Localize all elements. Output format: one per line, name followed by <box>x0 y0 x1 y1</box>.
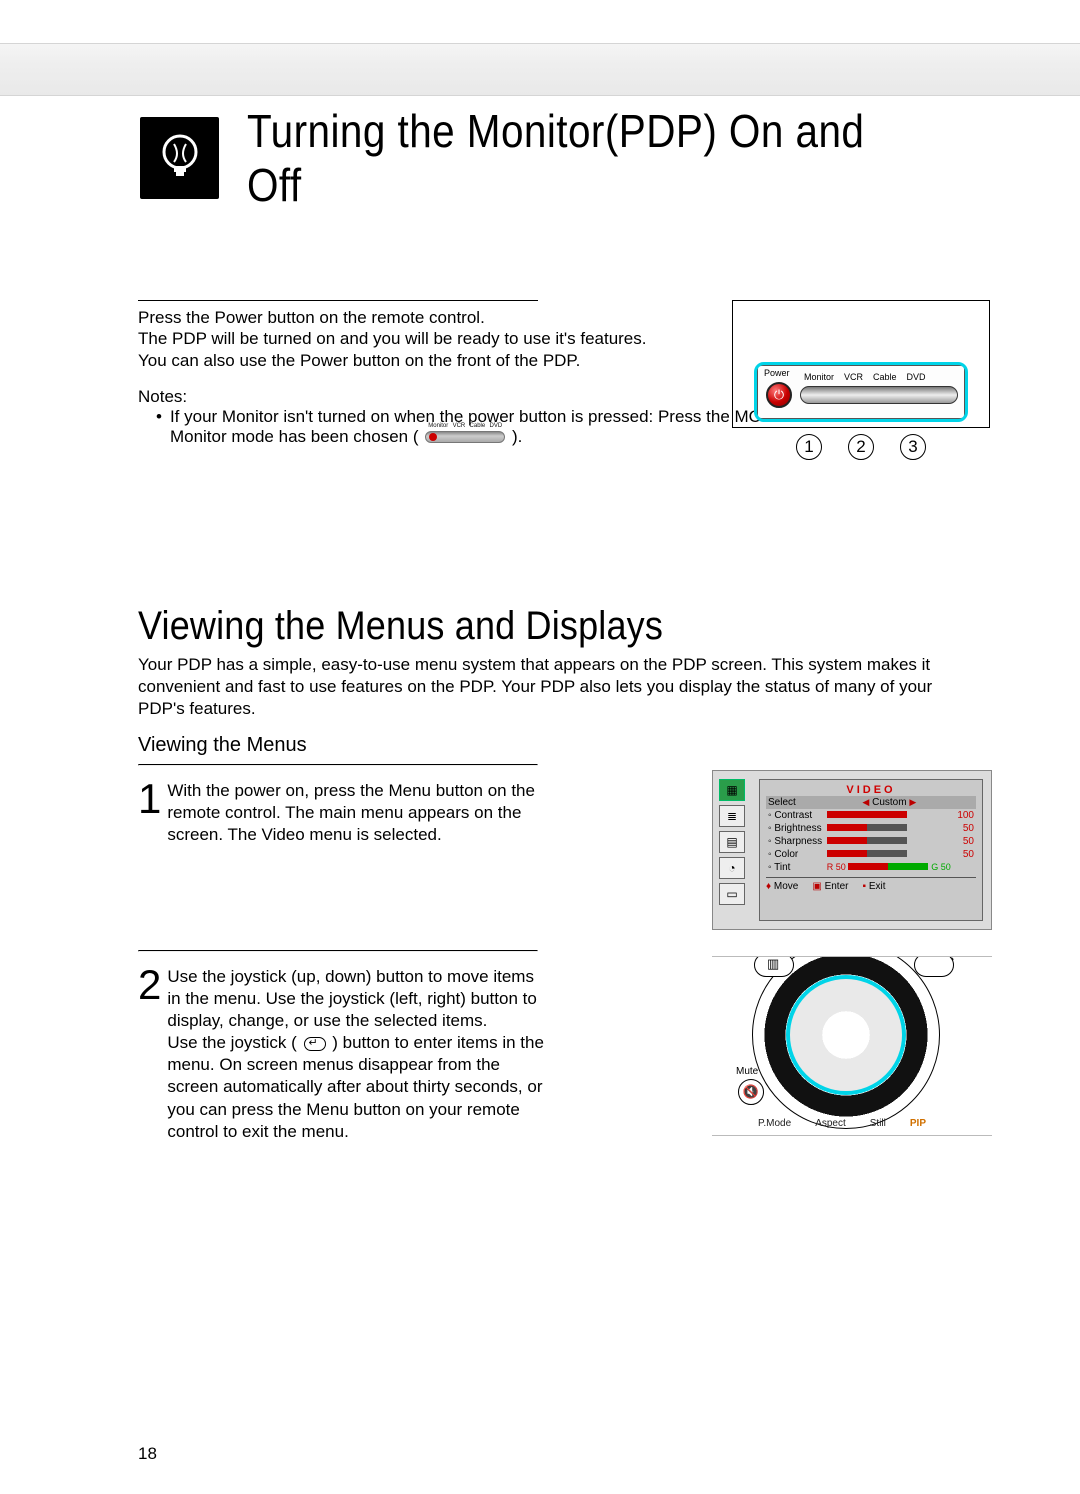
mode-indicator-icon: Monitor VCR Cable DVD <box>425 431 505 443</box>
control-cluster: Power ⏻ Monitor VCR Cable DVD <box>757 365 965 419</box>
figure-joystick-wheel: Menu Source Mute 🔇 P.Mode Aspect Still P… <box>712 956 992 1136</box>
title-row: Turning the Monitor(PDP) On and Off <box>140 104 1000 212</box>
power-button-icon: ⏻ <box>766 382 792 408</box>
mute-label: Mute <box>736 1066 758 1077</box>
step-number: 2 <box>138 966 161 1143</box>
section-intro: Your PDP has a simple, easy-to-use menu … <box>138 654 980 720</box>
enter-icon <box>304 1037 326 1051</box>
callout-2: 2 <box>848 434 874 460</box>
subheading: Viewing the Menus <box>138 734 307 757</box>
step-text: Use the joystick (up, down) button to mo… <box>167 966 548 1143</box>
divider <box>138 950 538 952</box>
callout-1: 1 <box>796 434 822 460</box>
step-2: 2 Use the joystick (up, down) button to … <box>138 966 548 1143</box>
wheel-bottom-labels: P.Mode Aspect Still PIP <box>758 1118 926 1129</box>
section-heading: Viewing the Menus and Displays <box>138 604 663 649</box>
osd-sidebar: ▦ ≣ ▤ ◔ ▭ <box>719 779 753 921</box>
page-title: Turning the Monitor(PDP) On and Off <box>247 104 909 212</box>
step-text: With the power on, press the Menu button… <box>167 780 548 846</box>
led-bar <box>800 386 958 404</box>
step-number: 1 <box>138 780 161 846</box>
source-button-icon <box>914 956 954 977</box>
banner-strip <box>0 44 1080 96</box>
slider-bar <box>827 811 907 818</box>
time-tab-icon: ◔ <box>719 857 745 879</box>
note-text-tail: ). <box>512 427 522 446</box>
divider <box>138 300 538 301</box>
osd-panel: VIDEO Select ◀ Custom ▶ ◦ Contrast100 ◦ … <box>759 779 983 921</box>
slider-bar <box>827 837 907 844</box>
callouts: 1 2 3 <box>732 434 990 460</box>
function-tab-icon: ▭ <box>719 883 745 905</box>
figure-osd-menu: ▦ ≣ ▤ ◔ ▭ VIDEO Select ◀ Custom ▶ ◦ Cont… <box>712 770 992 930</box>
joystick-highlight <box>786 975 906 1095</box>
callout-3: 3 <box>900 434 926 460</box>
mute-button-icon: 🔇 <box>738 1079 764 1105</box>
lightbulb-icon <box>140 117 219 199</box>
step-1: 1 With the power on, press the Menu butt… <box>138 780 548 846</box>
slider-bar <box>827 824 907 831</box>
tint-bar <box>848 863 928 870</box>
power-label: Power <box>764 368 790 378</box>
audio-tab-icon: ≣ <box>719 805 745 827</box>
device-frame: Power ⏻ Monitor VCR Cable DVD <box>732 300 990 428</box>
led-labels: Monitor VCR Cable DVD <box>804 372 956 382</box>
osd-footer: ♦ Move ▣ Enter ▪ Exit <box>766 877 976 892</box>
osd-table: Select ◀ Custom ▶ ◦ Contrast100 ◦ Bright… <box>766 796 976 874</box>
menu-button-icon <box>754 956 794 977</box>
top-strip <box>0 0 1080 44</box>
slider-bar <box>827 850 907 857</box>
figure-power-panel: Power ⏻ Monitor VCR Cable DVD 1 2 3 <box>732 300 990 460</box>
video-tab-icon: ▦ <box>719 779 745 801</box>
page-number: 18 <box>138 1444 157 1464</box>
divider <box>138 764 538 766</box>
osd-header: VIDEO <box>766 784 976 796</box>
channel-tab-icon: ▤ <box>719 831 745 853</box>
wheel-clip: Menu Source Mute 🔇 P.Mode Aspect Still P… <box>712 956 992 1136</box>
